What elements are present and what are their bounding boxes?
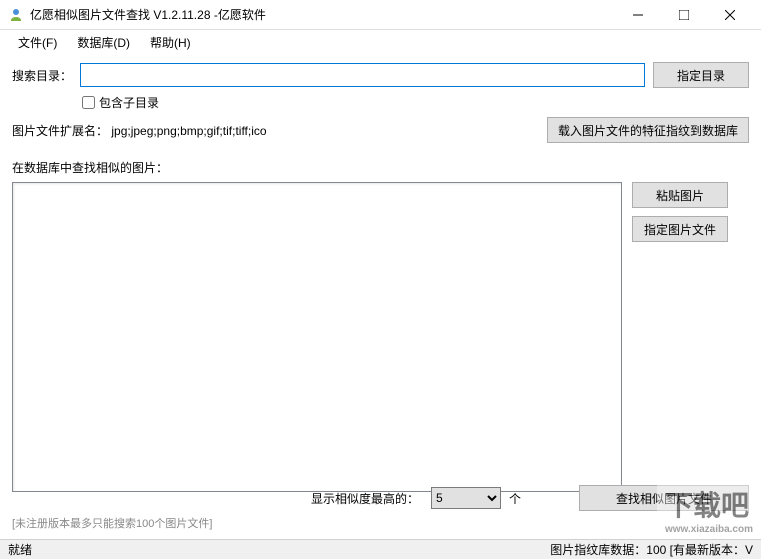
select-image-file-button[interactable]: 指定图片文件 — [632, 216, 728, 242]
menu-help[interactable]: 帮助(H) — [140, 32, 201, 53]
content-area: 搜索目录： 指定目录 包含子目录 图片文件扩展名： jpg;jpeg;png;b… — [0, 54, 761, 539]
app-icon — [8, 7, 24, 23]
window-controls — [615, 0, 753, 30]
include-subdir-label: 包含子目录 — [99, 94, 159, 111]
status-ready: 就绪 — [8, 541, 550, 558]
search-similar-button[interactable]: 查找相似图片文件 — [579, 485, 749, 511]
main-area: 粘贴图片 指定图片文件 — [12, 182, 749, 492]
window-title: 亿愿相似图片文件查找 V1.2.11.28 -亿愿软件 — [30, 6, 615, 23]
menu-file[interactable]: 文件(F) — [8, 32, 67, 53]
minimize-button[interactable] — [615, 0, 661, 30]
extension-text: 图片文件扩展名： jpg;jpeg;png;bmp;gif;tif;tiff;i… — [12, 122, 267, 139]
browse-directory-button[interactable]: 指定目录 — [653, 62, 749, 88]
unregistered-note: [未注册版本最多只能搜索100个图片文件] — [12, 515, 749, 531]
menu-database[interactable]: 数据库(D) — [67, 32, 140, 53]
paste-image-button[interactable]: 粘贴图片 — [632, 182, 728, 208]
menubar: 文件(F) 数据库(D) 帮助(H) — [0, 30, 761, 54]
image-preview-panel[interactable] — [12, 182, 622, 492]
side-buttons: 粘贴图片 指定图片文件 — [632, 182, 728, 492]
similarity-count-select[interactable]: 5 — [431, 487, 501, 509]
similarity-label: 显示相似度最高的： — [311, 490, 419, 507]
close-button[interactable] — [707, 0, 753, 30]
similarity-unit: 个 — [509, 490, 521, 507]
search-label: 搜索目录： — [12, 67, 72, 84]
statusbar: 就绪 图片指纹库数据：100 [有最新版本：V — [0, 539, 761, 559]
load-fingerprint-button[interactable]: 载入图片文件的特征指纹到数据库 — [547, 117, 749, 143]
similarity-row: 显示相似度最高的： 5 个 查找相似图片文件 — [12, 485, 749, 511]
bottom-area: 显示相似度最高的： 5 个 查找相似图片文件 [未注册版本最多只能搜索100个图… — [12, 485, 749, 531]
status-db-info: 图片指纹库数据：100 [有最新版本：V — [550, 541, 753, 558]
maximize-button[interactable] — [661, 0, 707, 30]
extension-row: 图片文件扩展名： jpg;jpeg;png;bmp;gif;tif;tiff;i… — [12, 117, 749, 143]
search-directory-input[interactable] — [80, 63, 645, 87]
include-subdir-row: 包含子目录 — [82, 94, 749, 111]
extension-value: jpg;jpeg;png;bmp;gif;tif;tiff;ico — [111, 124, 266, 138]
include-subdir-checkbox[interactable] — [82, 96, 95, 109]
similar-section-label: 在数据库中查找相似的图片： — [12, 159, 749, 176]
titlebar: 亿愿相似图片文件查找 V1.2.11.28 -亿愿软件 — [0, 0, 761, 30]
extension-label: 图片文件扩展名： — [12, 124, 108, 138]
search-row: 搜索目录： 指定目录 — [12, 62, 749, 88]
